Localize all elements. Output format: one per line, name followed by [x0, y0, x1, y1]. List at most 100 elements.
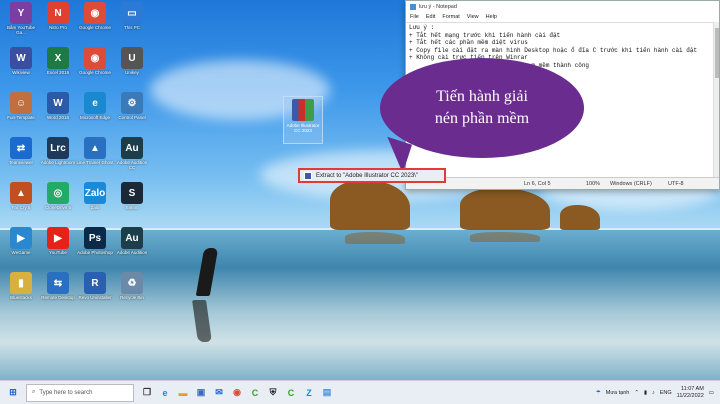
- desktop-icon[interactable]: Y Bâm YouTube Ga...: [2, 2, 40, 35]
- desktop-icon[interactable]: e Microsoft Edge: [76, 92, 114, 120]
- notepad-statusbar: Ln 6, Col 5 100% Windows (CRLF) UTF-8: [406, 177, 719, 189]
- desktop-icon-label: Adobe Audition: [116, 250, 148, 255]
- desktop-icon[interactable]: ▶ YouTube: [39, 227, 77, 255]
- desktop-icon-label: Unikey: [125, 70, 139, 75]
- extract-context-item[interactable]: Extract to "Adobe Illustrator CC 2023\": [298, 168, 446, 183]
- menu-view[interactable]: View: [467, 14, 479, 20]
- desktop-icon[interactable]: ▭ This PC: [113, 2, 151, 30]
- app-icon: U: [121, 47, 143, 69]
- desktop-icon[interactable]: N Nitro Pro: [39, 2, 77, 30]
- app-icon: W: [10, 47, 32, 69]
- game-icon: ▲: [10, 182, 32, 204]
- app-icon: R: [84, 272, 106, 294]
- notepad-titlebar[interactable]: lưu ý - Notepad: [406, 1, 719, 12]
- desktop-icon[interactable]: ◉ Google Chrome: [76, 2, 114, 30]
- desktop-icon[interactable]: Lrc Adobe Lightroom: [39, 137, 77, 165]
- search-icon: ⌕: [32, 389, 36, 395]
- start-icon[interactable]: ⊞: [4, 384, 22, 402]
- security-icon[interactable]: ⛨: [264, 384, 282, 402]
- desktop-icon[interactable]: ▮ Bluestacks: [2, 272, 40, 300]
- mail-icon[interactable]: ✉: [210, 384, 228, 402]
- excel-icon: X: [47, 47, 69, 69]
- desktop-icon[interactable]: ▲ Line Trainer Ghost: [76, 137, 114, 165]
- desktop-icon[interactable]: R Revo Uninstaller: [76, 272, 114, 300]
- notepad-icon: [410, 3, 416, 10]
- search-placeholder: Type here to search: [39, 389, 93, 396]
- desktop-icon[interactable]: Au Adobe Audition CC: [113, 137, 151, 170]
- rar-file-label: Adobe Illustrator CC 2023: [286, 123, 320, 133]
- camtasia-icon[interactable]: C: [282, 384, 300, 402]
- notification-icon[interactable]: ▭: [709, 390, 714, 396]
- clock[interactable]: 11:07 AM 11/22/2022: [677, 386, 704, 400]
- desktop-icon[interactable]: Zalo Zalo: [76, 182, 114, 210]
- youtube-icon: ▶: [47, 227, 69, 249]
- taskbar: ⊞ ⌕ Type here to search ❒ e ▬ ▣ ✉ ◉ C ⛨ …: [0, 380, 720, 404]
- edge-icon[interactable]: e: [156, 384, 174, 402]
- app-icon: Y: [10, 2, 32, 24]
- desktop-icon[interactable]: Ps Adobe Photoshop: [76, 227, 114, 255]
- desktop-icon-label: Revo Uninstaller: [78, 295, 112, 300]
- text-line: + Copy file cài đặt ra màn hình Desktop …: [409, 46, 698, 54]
- volume-icon[interactable]: ♪: [652, 390, 655, 396]
- desktop-icon[interactable]: ◉ Google Chrome: [76, 47, 114, 75]
- desktop-icon[interactable]: Au Adobe Audition: [113, 227, 151, 255]
- store-icon[interactable]: ▣: [192, 384, 210, 402]
- audition-icon: Au: [121, 227, 143, 249]
- desktop-icon[interactable]: X Excel 2016: [39, 47, 77, 75]
- status-eol: Windows (CRLF): [610, 181, 652, 187]
- control-panel-icon: ⚙: [121, 92, 143, 114]
- system-tray: ☂ Mưa tạnh ⌃ ▮ ♪ ENG 11:07 AM 11/22/2022…: [596, 386, 720, 400]
- desktop-icon[interactable]: W Word 2016: [39, 92, 77, 120]
- desktop-icon-label: Word 2016: [47, 115, 69, 120]
- desktop-icon[interactable]: ◎ CloneDrive 5: [39, 182, 77, 210]
- desktop-icon[interactable]: U Unikey: [113, 47, 151, 75]
- desktop-icon[interactable]: ⚙ Control Panel: [113, 92, 151, 120]
- winrar-small-icon: [304, 171, 312, 180]
- task-view-icon[interactable]: ❒: [138, 384, 156, 402]
- desktop-icon[interactable]: ☺ Fun-Template: [2, 92, 40, 120]
- chrome-icon[interactable]: ◉: [228, 384, 246, 402]
- weather-icon[interactable]: ☂: [596, 390, 601, 396]
- app-icon-green[interactable]: C: [246, 384, 264, 402]
- app-icon: ☺: [10, 92, 32, 114]
- scrollbar-thumb[interactable]: [715, 28, 719, 78]
- menu-help[interactable]: Help: [486, 14, 497, 20]
- desktop-icon-label: Fun-Template: [7, 115, 35, 120]
- desktop-icon[interactable]: ▶ WeGame: [2, 227, 40, 255]
- zalo-icon: Zalo: [84, 182, 106, 204]
- desktop-icon-label: WeGame: [11, 250, 31, 255]
- app-icon: ◎: [47, 182, 69, 204]
- app-icon: ▶: [10, 227, 32, 249]
- winrar-icon: [292, 99, 314, 121]
- search-input[interactable]: ⌕ Type here to search: [26, 383, 134, 402]
- desktop-icon-label: Bluestacks: [10, 295, 32, 300]
- desktop-icon-label: Wikiview: [12, 70, 30, 75]
- app-icon: ▮: [10, 272, 32, 294]
- desktop-icon[interactable]: S Steam: [113, 182, 151, 210]
- desktop-icon[interactable]: ▲ Far Cry 5: [2, 182, 40, 210]
- network-icon[interactable]: ▮: [644, 390, 647, 396]
- notepad-taskbar-icon[interactable]: ▤: [318, 384, 336, 402]
- notepad-scrollbar[interactable]: [713, 22, 719, 179]
- desktop-icon-label: Line Trainer Ghost: [76, 160, 114, 165]
- desktop-icon[interactable]: ⇄ Teamviewer: [2, 137, 40, 165]
- desktop-icon[interactable]: W Wikiview: [2, 47, 40, 75]
- menu-format[interactable]: Format: [442, 14, 459, 20]
- extract-label: Extract to "Adobe Illustrator CC 2023\": [316, 172, 418, 179]
- zalo-taskbar-icon[interactable]: Z: [300, 384, 318, 402]
- desktop-icon-label: Teamviewer: [8, 160, 33, 165]
- desktop-icon-label: Bâm YouTube Ga...: [6, 25, 36, 35]
- weather-text[interactable]: Mưa tạnh: [606, 390, 630, 396]
- menu-file[interactable]: File: [410, 14, 419, 20]
- menu-edit[interactable]: Edit: [426, 14, 435, 20]
- rar-file-icon[interactable]: Adobe Illustrator CC 2023: [283, 96, 323, 144]
- desktop-icon[interactable]: ⇆ Remote Desktop: [39, 272, 77, 300]
- language-indicator[interactable]: ENG: [660, 390, 672, 396]
- status-position: Ln 6, Col 5: [524, 181, 551, 187]
- chevron-up-icon[interactable]: ⌃: [634, 390, 639, 396]
- desktop-icon[interactable]: ♻ Recycle Bin: [113, 272, 151, 300]
- callout-line-1: Tiến hành giải: [436, 88, 528, 105]
- file-explorer-icon[interactable]: ▬: [174, 384, 192, 402]
- text-line: + Tắt hết các phần mềm diệt virus: [409, 39, 528, 46]
- audition-icon: Au: [121, 137, 143, 159]
